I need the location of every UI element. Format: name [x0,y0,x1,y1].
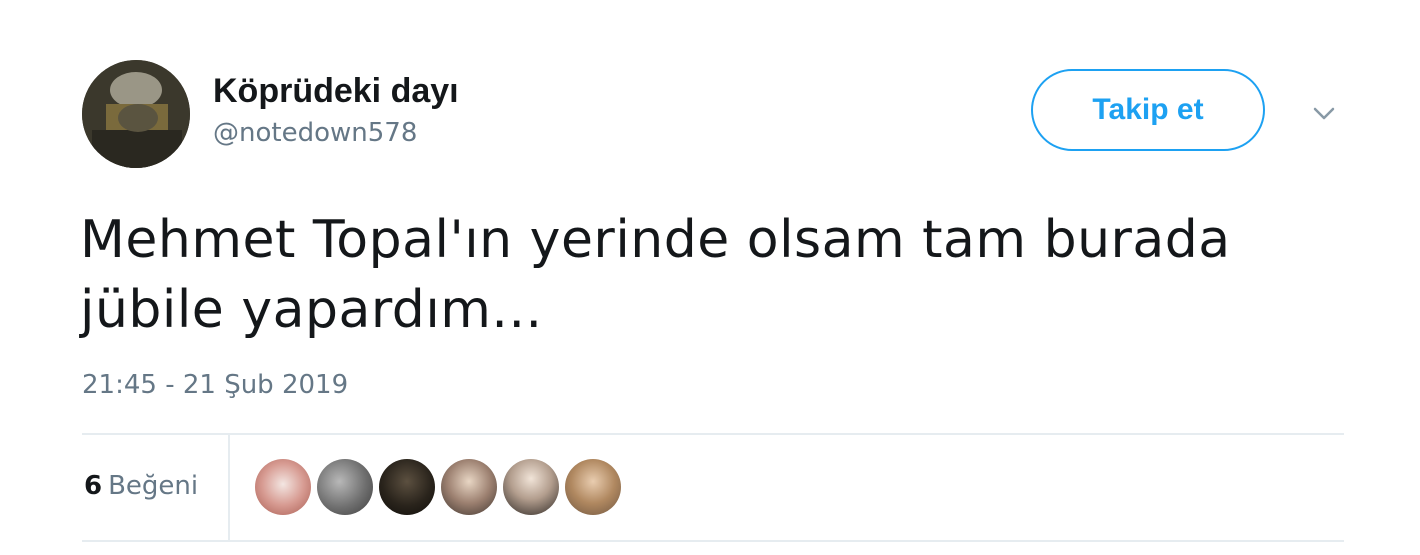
likes-number: 6 [84,471,103,501]
tweet-timestamp[interactable]: 21:45 - 21 Şub 2019 [82,370,348,400]
follow-button[interactable]: Takip et [1031,69,1265,151]
tweet-text: Mehmet Topal'ın yerinde olsam tam burada… [80,205,1340,345]
author-handle[interactable]: @notedown578 [213,118,417,148]
tweet-menu-button[interactable] [1306,100,1342,128]
author-avatar[interactable] [82,60,190,168]
tweet-text-line: jübile yapardım... [80,280,543,340]
tweet-text-line: Mehmet Topal'ın yerinde olsam tam burada [80,210,1231,270]
liker-avatar[interactable] [255,459,311,515]
liker-avatar-list [255,459,621,517]
author-display-name[interactable]: Köprüdeki dayı [213,72,459,111]
liker-avatar[interactable] [379,459,435,515]
avatar-image [82,60,190,168]
likes-count[interactable]: 6 Beğeni [84,471,198,501]
liker-avatar[interactable] [565,459,621,515]
likes-label: Beğeni [108,471,199,501]
liker-avatar[interactable] [441,459,497,515]
liker-avatar[interactable] [317,459,373,515]
chevron-down-icon [1313,107,1335,120]
liker-avatar[interactable] [503,459,559,515]
divider [82,433,1344,435]
divider [228,435,230,540]
divider [82,540,1344,542]
